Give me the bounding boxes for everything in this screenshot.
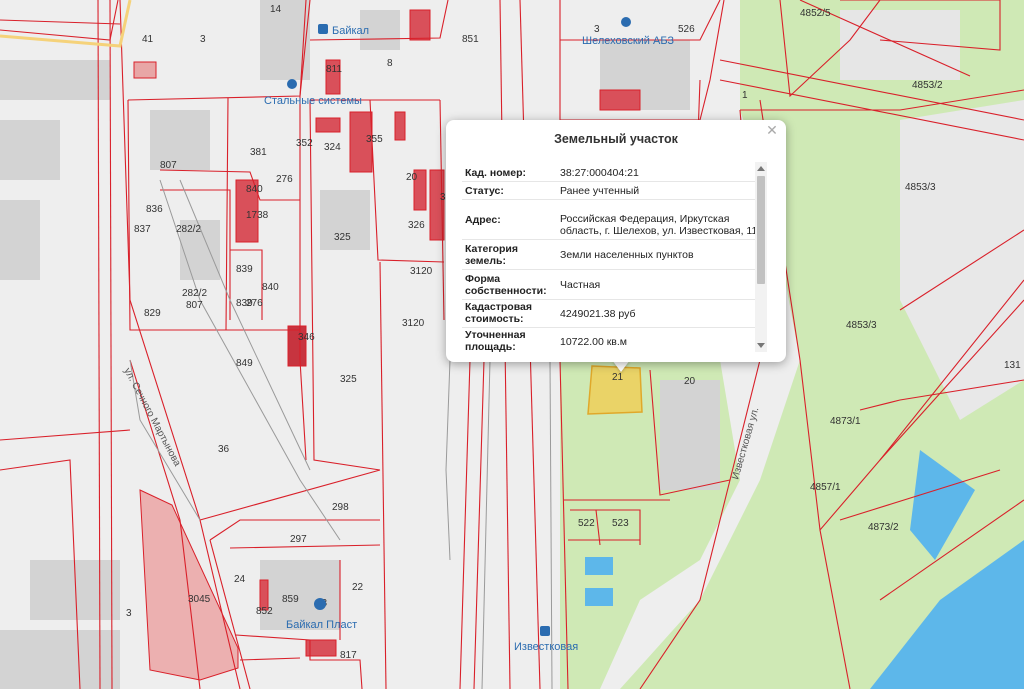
- svg-text:282/2: 282/2: [176, 224, 201, 235]
- info-row-cadastral-number: Кад. номер: 38:27:000404:21: [462, 162, 766, 182]
- info-row-area: Уточненная площадь: 10722.00 кв.м: [462, 328, 766, 352]
- svg-text:4857/1: 4857/1: [810, 482, 841, 493]
- parcel-info-popup: ✕ Земельный участок Кад. номер: 38:27:00…: [446, 120, 786, 362]
- svg-text:20: 20: [406, 172, 418, 183]
- info-row-land-category: Категория земель: Земли населенных пункт…: [462, 240, 766, 270]
- svg-text:3120: 3120: [402, 318, 425, 329]
- shop-icon: [621, 17, 631, 27]
- svg-text:3: 3: [126, 608, 132, 619]
- svg-text:3045: 3045: [188, 594, 211, 605]
- svg-text:807: 807: [160, 160, 177, 171]
- info-key: Уточненная площадь:: [465, 329, 526, 352]
- info-value: Земли населенных пунктов: [560, 249, 694, 261]
- svg-text:4852/5: 4852/5: [800, 8, 831, 19]
- info-value: Российская Федерация, Иркутская область,…: [560, 213, 758, 237]
- svg-text:839: 839: [236, 264, 253, 275]
- svg-text:131: 131: [1004, 360, 1021, 371]
- svg-text:346: 346: [298, 332, 315, 343]
- svg-text:14: 14: [270, 4, 282, 15]
- info-key: Кадастровая стоимость:: [465, 301, 532, 325]
- info-key: Форма собственности:: [465, 273, 547, 297]
- bus-stop-icon: [540, 626, 550, 636]
- svg-text:326: 326: [408, 220, 425, 231]
- svg-text:41: 41: [142, 34, 154, 45]
- svg-text:4853/3: 4853/3: [905, 182, 936, 193]
- svg-text:851: 851: [462, 34, 479, 45]
- svg-text:Байкал Пласт: Байкал Пласт: [286, 619, 357, 631]
- svg-text:859: 859: [282, 594, 299, 605]
- svg-text:Байкал: Байкал: [332, 25, 369, 37]
- svg-text:325: 325: [340, 374, 357, 385]
- info-value: 4249021.38 руб: [560, 308, 636, 320]
- svg-text:276: 276: [276, 174, 293, 185]
- svg-text:Известковая: Известковая: [514, 641, 578, 653]
- svg-text:298: 298: [332, 502, 349, 513]
- info-value: Частная: [560, 279, 601, 291]
- svg-text:Шелеховский АБЗ: Шелеховский АБЗ: [582, 35, 674, 47]
- info-key: Кад. номер:: [465, 167, 527, 179]
- info-key: Категория земель:: [465, 243, 519, 267]
- svg-text:3120: 3120: [410, 266, 433, 277]
- info-row-status: Статус: Ранее учтенный: [462, 182, 766, 200]
- svg-text:836: 836: [146, 204, 163, 215]
- info-value: Ранее учтенный: [560, 185, 640, 197]
- parcel-info-table: Кад. номер: 38:27:000404:21 Статус: Ране…: [462, 162, 766, 352]
- svg-text:829: 829: [144, 308, 161, 319]
- svg-text:20: 20: [684, 376, 696, 387]
- popup-scrollbar[interactable]: [755, 162, 767, 352]
- info-value: 10722.00 кв.м: [560, 336, 628, 348]
- building-icon: [318, 24, 328, 34]
- svg-text:1: 1: [742, 90, 748, 101]
- svg-text:4873/1: 4873/1: [830, 416, 861, 427]
- svg-text:849: 849: [236, 358, 253, 369]
- svg-text:4853/3: 4853/3: [846, 320, 877, 331]
- svg-text:297: 297: [290, 534, 307, 545]
- svg-text:852: 852: [256, 606, 273, 617]
- scroll-thumb[interactable]: [757, 176, 765, 284]
- info-row-ownership: Форма собственности: Частная: [462, 270, 766, 300]
- svg-text:840: 840: [246, 184, 263, 195]
- svg-text:526: 526: [678, 24, 695, 35]
- svg-text:840: 840: [262, 282, 279, 293]
- svg-text:523: 523: [612, 518, 629, 529]
- info-value: 38:27:000404:21: [560, 167, 639, 179]
- shop-icon: [287, 79, 297, 89]
- svg-text:24: 24: [234, 574, 246, 585]
- svg-text:21: 21: [612, 372, 624, 383]
- svg-text:817: 817: [340, 650, 357, 661]
- svg-text:811: 811: [326, 64, 342, 75]
- svg-text:355: 355: [366, 134, 383, 145]
- svg-text:837: 837: [134, 224, 151, 235]
- svg-text:3: 3: [594, 24, 600, 35]
- svg-text:36: 36: [218, 444, 230, 455]
- shop-icon: [314, 598, 326, 610]
- info-row-address: Адрес: Российская Федерация, Иркутская о…: [462, 200, 766, 240]
- svg-text:325: 325: [334, 232, 351, 243]
- popup-title: Земельный участок: [554, 132, 678, 146]
- svg-text:22: 22: [352, 582, 364, 593]
- svg-text:522: 522: [578, 518, 595, 529]
- svg-text:807: 807: [186, 300, 203, 311]
- svg-text:324: 324: [324, 142, 341, 153]
- svg-text:Стальные системы: Стальные системы: [264, 95, 362, 107]
- svg-text:1738: 1738: [246, 210, 269, 221]
- svg-text:4873/2: 4873/2: [868, 522, 899, 533]
- scroll-down-icon[interactable]: [757, 343, 765, 348]
- svg-text:282/2: 282/2: [182, 288, 207, 299]
- svg-text:8: 8: [387, 58, 393, 69]
- info-row-cadastral-value: Кадастровая стоимость: 4249021.38 руб: [462, 300, 766, 328]
- svg-text:352: 352: [296, 138, 313, 149]
- svg-text:4853/2: 4853/2: [912, 80, 943, 91]
- svg-text:276: 276: [246, 298, 263, 309]
- svg-text:3: 3: [200, 34, 206, 45]
- info-key: Статус:: [465, 185, 504, 197]
- info-key: Адрес:: [465, 214, 501, 226]
- scroll-up-icon[interactable]: [757, 166, 765, 171]
- svg-text:381: 381: [250, 147, 267, 158]
